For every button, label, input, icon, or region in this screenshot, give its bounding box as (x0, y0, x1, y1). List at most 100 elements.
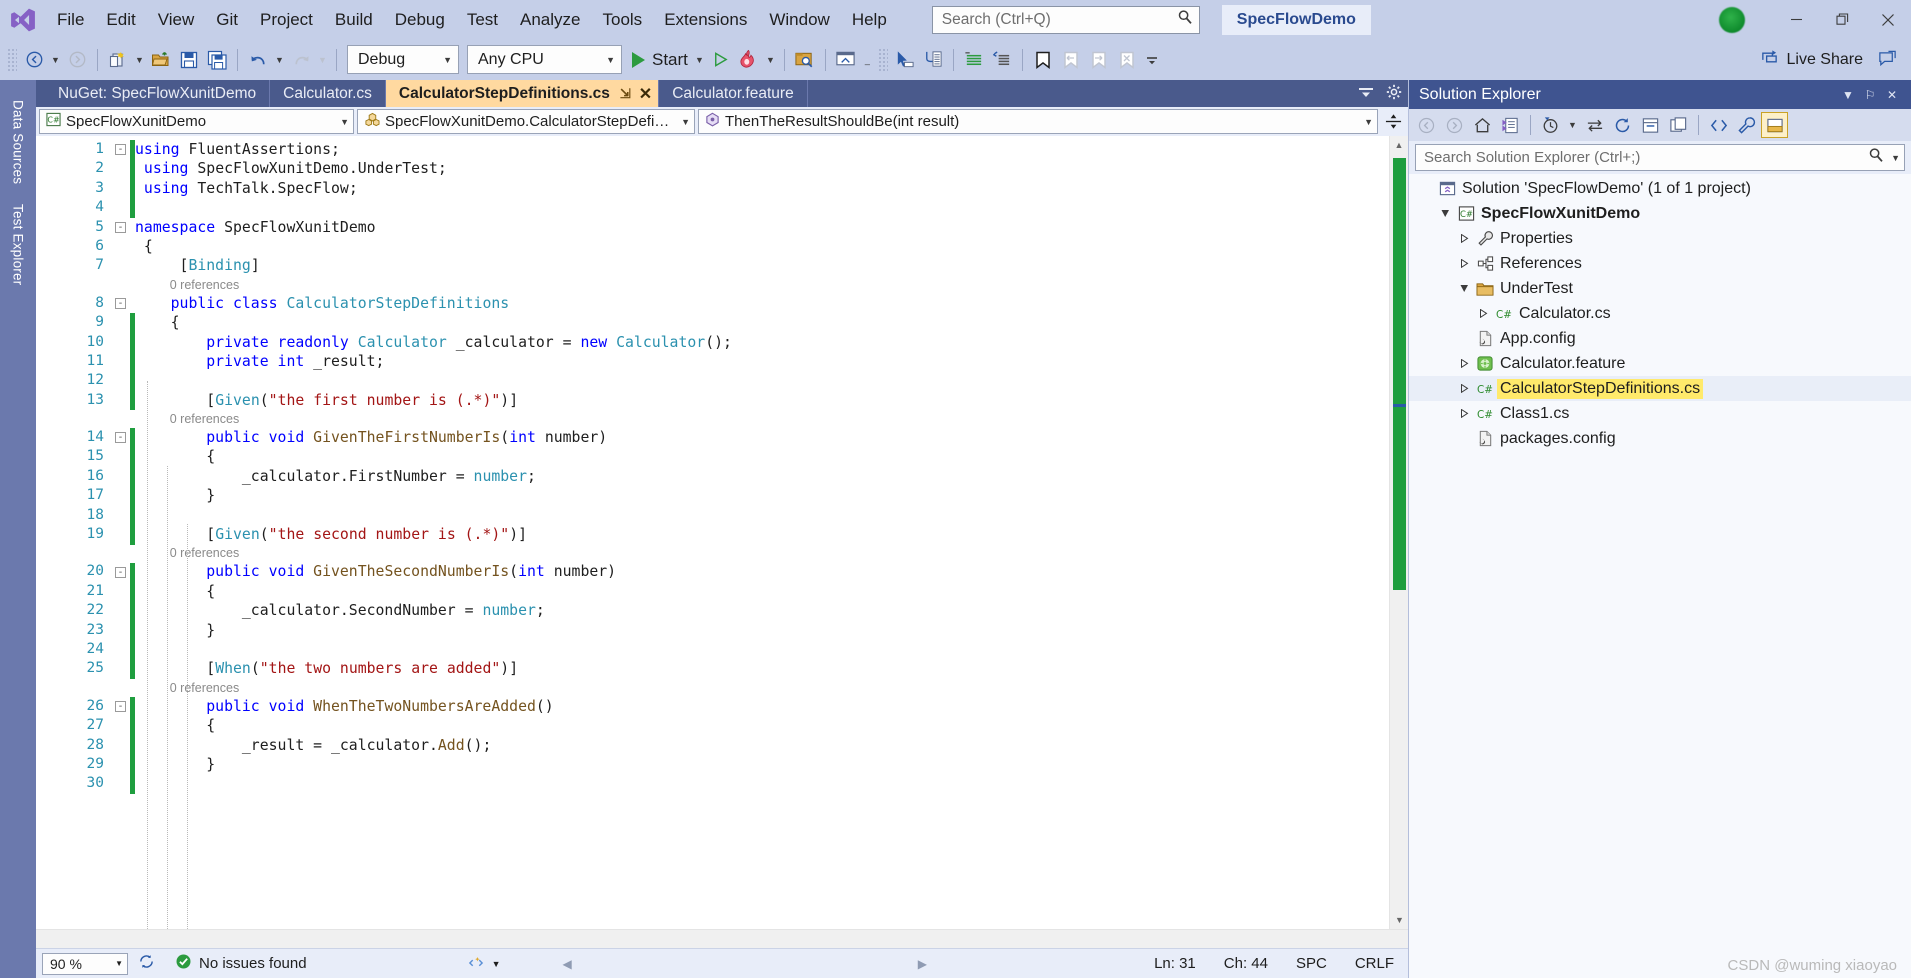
menu-edit[interactable]: Edit (95, 5, 146, 35)
navigate-forward-icon[interactable] (63, 45, 91, 75)
show-all-files-icon[interactable] (1705, 112, 1732, 138)
solution-platform-dropdown[interactable]: Any CPU ▼ (467, 45, 622, 74)
outlining-collapse-icon[interactable]: - (115, 221, 126, 233)
menu-git[interactable]: Git (205, 5, 249, 35)
code-line[interactable]: [Binding] (135, 256, 1389, 275)
code-line[interactable]: } (135, 621, 1389, 640)
feedback-icon[interactable] (1873, 45, 1901, 75)
codelens-references[interactable]: 0 references (135, 544, 1389, 562)
expander-closed-icon[interactable] (1455, 384, 1473, 393)
history-icon[interactable] (1537, 112, 1564, 138)
preview-selected-items-icon[interactable] (1761, 112, 1788, 138)
solution-explorer-search-input[interactable] (1424, 149, 1869, 166)
uncomment-icon[interactable] (988, 45, 1016, 75)
menu-analyze[interactable]: Analyze (509, 5, 591, 35)
nav-member-dropdown[interactable]: ThenTheResultShouldBe(int result) ▼ (698, 109, 1378, 134)
undo-icon[interactable] (244, 45, 272, 75)
editor-tab-nuget[interactable]: NuGet: SpecFlowXunitDemo (45, 80, 271, 107)
expander-closed-icon[interactable] (1455, 259, 1473, 268)
solution-tree-item-calculatorstepdefinitions-cs[interactable]: C# CalculatorStepDefinitions.cs (1409, 376, 1911, 401)
start-dropdown-icon[interactable]: ▼ (692, 45, 707, 75)
navigate-back-icon[interactable] (20, 45, 48, 75)
line-ending-indicator[interactable]: CRLF (1341, 955, 1408, 972)
editor-vertical-scrollbar[interactable]: ▲ ▼ (1389, 136, 1408, 929)
solution-tree-item-class1-cs[interactable]: C# Class1.cs (1409, 401, 1911, 426)
code-line[interactable] (135, 640, 1389, 659)
code-line[interactable]: _result = _calculator.Add(); (135, 736, 1389, 755)
expander-closed-icon[interactable] (1455, 359, 1473, 368)
zoom-level-dropdown[interactable]: 90 % ▼ (42, 952, 128, 975)
split-view-icon[interactable] (1381, 112, 1405, 131)
code-line[interactable]: { (135, 313, 1389, 332)
account-avatar[interactable] (1719, 6, 1745, 33)
menu-test[interactable]: Test (456, 5, 509, 35)
code-line[interactable]: private readonly Calculator _calculator … (135, 333, 1389, 352)
issues-status[interactable]: No issues found (165, 953, 317, 974)
prev-bookmark-icon[interactable] (1057, 45, 1085, 75)
gear-icon[interactable] (1386, 84, 1402, 105)
scrollbar-thumb[interactable] (1393, 158, 1406, 590)
code-line[interactable]: public void GivenTheSecondNumberIs(int n… (135, 562, 1389, 581)
menu-file[interactable]: File (46, 5, 95, 35)
toolbar-overflow-icon[interactable] (1141, 45, 1163, 75)
prev-change-button[interactable]: ◀ (553, 957, 582, 971)
code-line[interactable]: using FluentAssertions; (135, 140, 1389, 159)
code-line[interactable] (135, 774, 1389, 793)
outlining-collapse-icon[interactable]: - (115, 701, 126, 713)
forward-icon[interactable] (1441, 112, 1468, 138)
solution-tree-item-packages-config[interactable]: packages.config (1409, 426, 1911, 451)
open-file-icon[interactable] (147, 45, 175, 75)
code-line[interactable]: public void WhenTheTwoNumbersAreAdded() (135, 697, 1389, 716)
code-editor[interactable]: 1 2 3 4 5 6 7 8 9 10 11 12 13 14 15 16 17 18 19 20 21 22 23 24 2… (36, 136, 1408, 929)
menu-window[interactable]: Window (758, 5, 840, 35)
solution-tree[interactable]: Solution 'SpecFlowDemo' (1 of 1 project)… (1409, 174, 1911, 978)
scroll-down-arrow-icon[interactable]: ▼ (1390, 911, 1409, 929)
sync-with-active-document-icon[interactable] (1581, 112, 1608, 138)
code-line[interactable]: _calculator.FirstNumber = number; (135, 467, 1389, 486)
code-line[interactable]: } (135, 486, 1389, 505)
left-dock-tab-data-sources[interactable]: Data Sources (7, 90, 30, 194)
outlining-collapse-icon[interactable]: - (115, 432, 126, 444)
pin-tab-icon[interactable]: ⇲ (620, 86, 631, 102)
editor-horizontal-scrollbar[interactable] (36, 929, 1408, 948)
solution-configuration-dropdown[interactable]: Debug ▼ (347, 45, 459, 74)
pointer-icon[interactable] (891, 45, 919, 75)
code-line[interactable]: public class CalculatorStepDefinitions (135, 294, 1389, 313)
outlining-gutter[interactable]: - - - - - - (113, 136, 130, 929)
global-search-box[interactable] (931, 5, 1200, 34)
hot-reload-dropdown-icon[interactable]: ▼ (763, 45, 778, 75)
bookmark-icon[interactable] (1029, 45, 1057, 75)
close-button[interactable] (1865, 0, 1911, 39)
pending-changes-icon[interactable] (1497, 112, 1524, 138)
menu-help[interactable]: Help (841, 5, 898, 35)
editor-tab-calculator-step-definitions-cs[interactable]: CalculatorStepDefinitions.cs ⇲ ✕ (385, 80, 660, 107)
close-tab-icon[interactable]: ✕ (639, 84, 652, 104)
expander-open-icon[interactable] (1436, 209, 1454, 218)
home-icon[interactable] (1469, 112, 1496, 138)
source-control-sync-status[interactable] (128, 953, 165, 974)
menu-project[interactable]: Project (249, 5, 324, 35)
menu-extensions[interactable]: Extensions (653, 5, 758, 35)
save-all-icon[interactable] (203, 45, 231, 75)
code-line[interactable]: namespace SpecFlowXunitDemo (135, 218, 1389, 237)
properties-window-icon[interactable] (1665, 112, 1692, 138)
live-share-button[interactable]: Live Share (1750, 45, 1874, 75)
nav-project-dropdown[interactable]: C# SpecFlowXunitDemo ▼ (39, 109, 354, 134)
search-input[interactable] (941, 10, 1173, 29)
dropdown-icon[interactable]: ▼ (1837, 84, 1859, 106)
menu-tools[interactable]: Tools (592, 5, 654, 35)
toolbar-grip-2[interactable] (877, 47, 888, 72)
new-project-dropdown-icon[interactable]: ▼ (132, 45, 147, 75)
window-underscore-icon[interactable]: _ (860, 45, 875, 75)
solution-tree-item-solution-specflowdemo-1-of-1-project[interactable]: Solution 'SpecFlowDemo' (1 of 1 project) (1409, 176, 1911, 201)
outlining-collapse-icon[interactable]: - (115, 566, 126, 578)
editor-tab-calculator-cs[interactable]: Calculator.cs (270, 80, 386, 107)
menu-debug[interactable]: Debug (384, 5, 456, 35)
solution-tree-item-specflowxunitdemo[interactable]: C# SpecFlowXunitDemo (1409, 201, 1911, 226)
solution-tree-item-calculator-cs[interactable]: C# Calculator.cs (1409, 301, 1911, 326)
expander-closed-icon[interactable] (1455, 409, 1473, 418)
codelens-references[interactable]: 0 references (135, 679, 1389, 697)
left-dock-tab-test-explorer[interactable]: Test Explorer (7, 194, 30, 295)
refresh-icon[interactable] (1609, 112, 1636, 138)
code-line[interactable]: public void GivenTheFirstNumberIs(int nu… (135, 428, 1389, 447)
